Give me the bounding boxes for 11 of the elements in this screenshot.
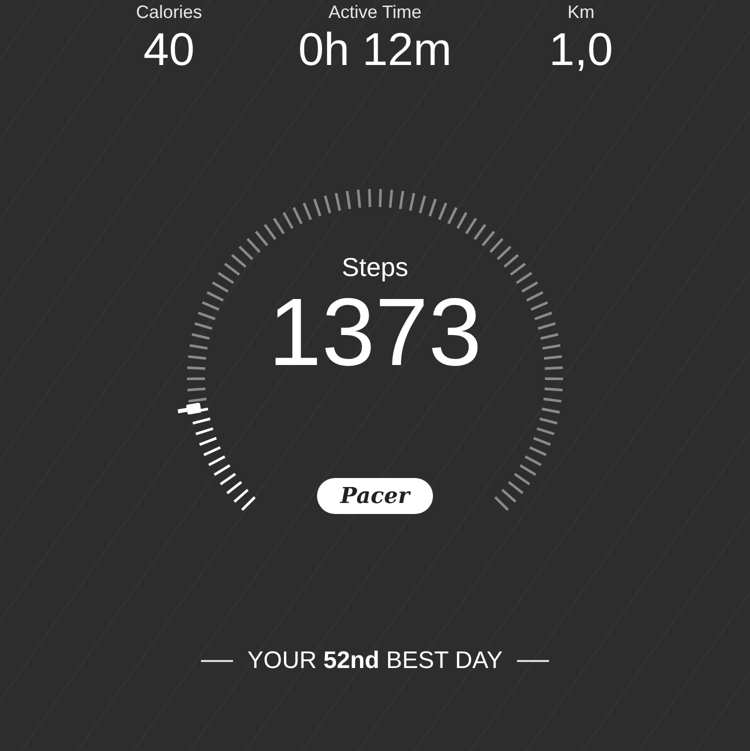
steps-count: 1373 (268, 283, 482, 383)
progress-marker (178, 402, 202, 415)
stat-label: Km (568, 2, 594, 23)
stat-label: Calories (136, 2, 202, 23)
stat-value: 1,0 (549, 23, 613, 75)
steps-label: Steps (342, 252, 408, 283)
best-day-text: YOUR 52nd BEST DAY (247, 647, 503, 675)
stat-value: 40 (143, 23, 195, 75)
stat-value: 0h 12m (298, 23, 452, 75)
stat-label: Active Time (328, 2, 422, 23)
pacer-logo: Pacer (317, 478, 433, 514)
